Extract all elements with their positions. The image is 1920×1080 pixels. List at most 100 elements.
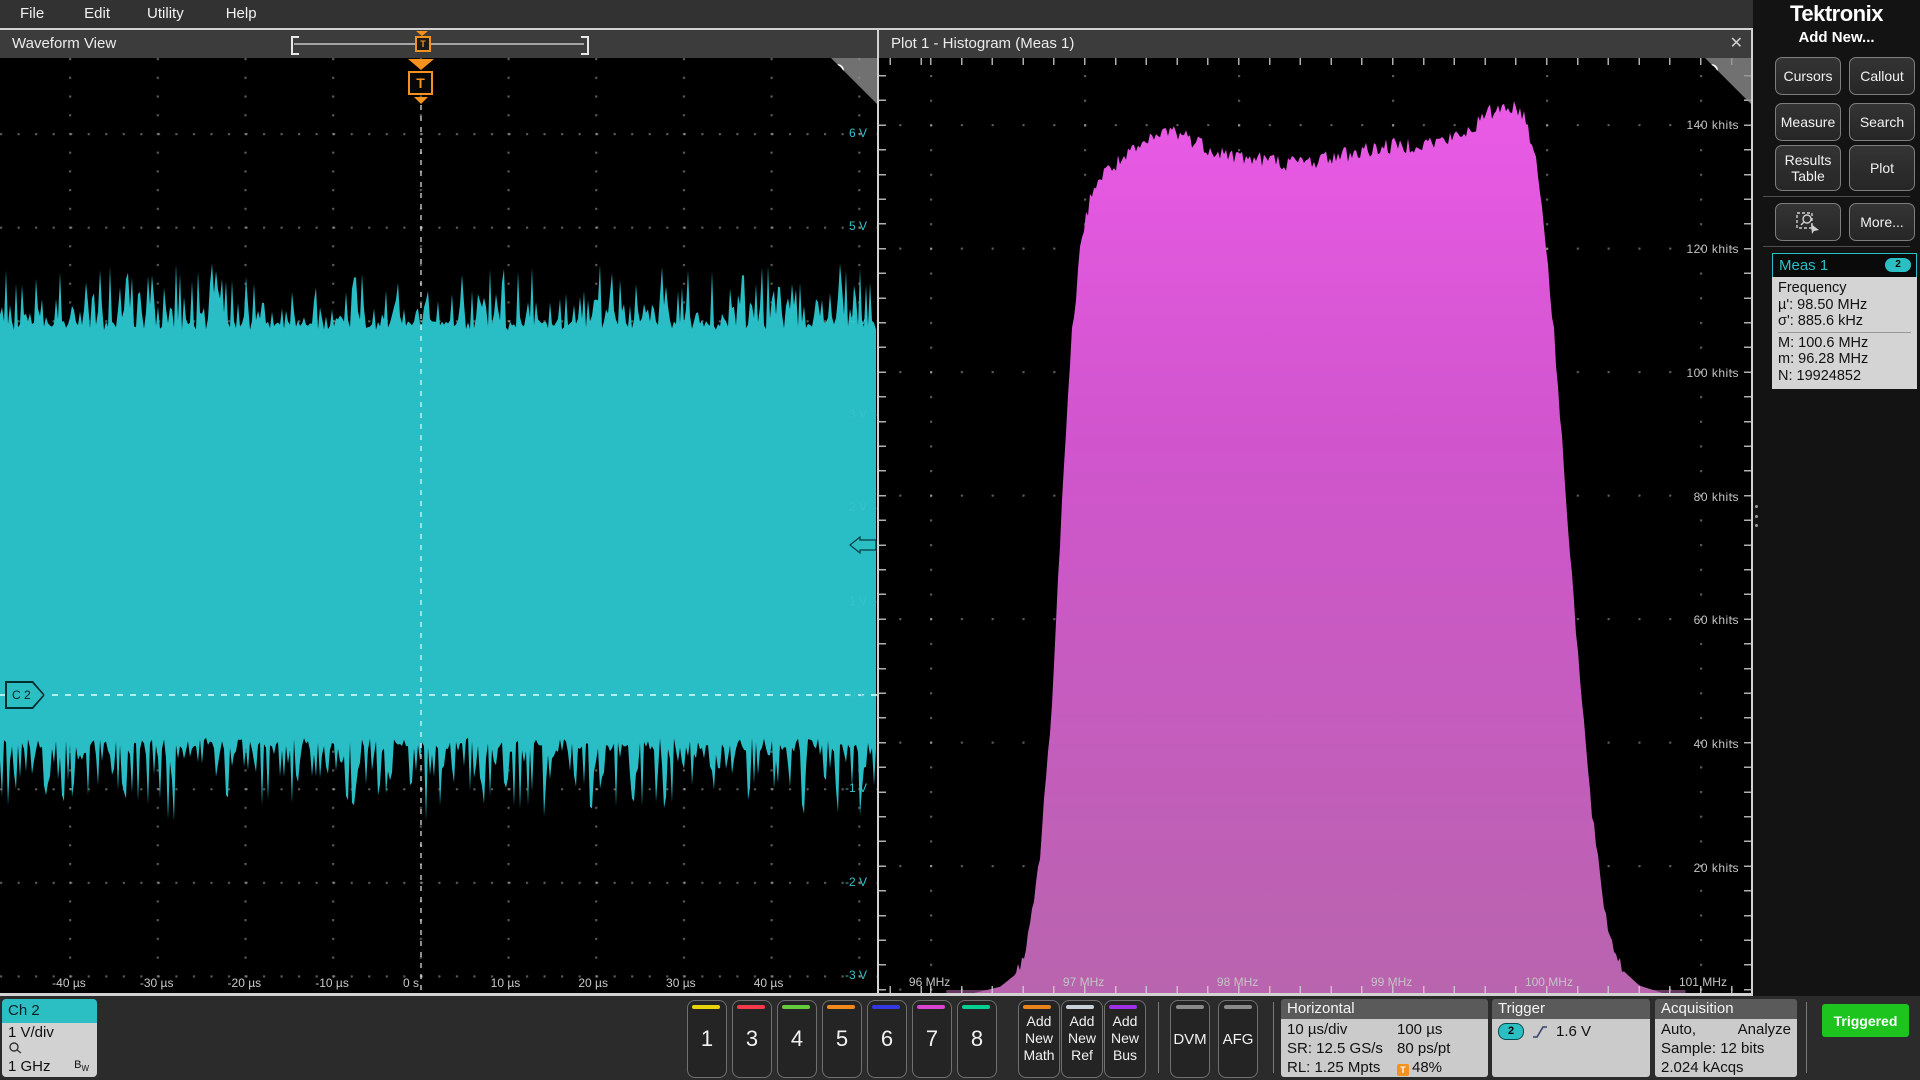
meas1-title: Meas 1 — [1779, 254, 1828, 277]
channel3-label: 3 — [733, 1001, 771, 1077]
hist-ticks-bottom — [879, 986, 1751, 993]
ref-color-stripe — [1066, 1005, 1094, 1009]
add-callout-button[interactable]: Callout — [1849, 57, 1915, 95]
sidebar-splitter-handle[interactable] — [1754, 505, 1758, 527]
bar-divider — [1806, 1002, 1807, 1073]
trigger-level: 1.6 V — [1556, 1023, 1591, 1040]
bandwidth-limit-tag: BW — [74, 1059, 89, 1073]
channel7-label: 7 — [913, 1001, 951, 1077]
channel2-details: 1 V/div 1 GHz BW — [2, 1023, 97, 1077]
bar-divider — [1273, 1002, 1274, 1073]
sample-rate: SR: 12.5 GS/s — [1287, 1039, 1397, 1058]
channel2-name: Ch 2 — [2, 999, 97, 1023]
channel2-marker-label: C 2 — [7, 683, 43, 707]
trigger-badge[interactable]: Trigger 2 1.6 V — [1492, 999, 1650, 1077]
afg-button[interactable]: AFG — [1218, 1000, 1258, 1078]
meas1-stats: Frequency µ': 98.50 MHz σ': 885.6 kHz M:… — [1772, 277, 1917, 389]
meas1-max: M: 100.6 MHz — [1778, 335, 1911, 352]
waveform-view-title: Waveform View — [12, 30, 116, 58]
add-new-math-label: Add New Math — [1019, 1013, 1059, 1064]
acquisition-badge[interactable]: Acquisition Auto,Analyze Sample: 12 bits… — [1655, 999, 1797, 1077]
channel-button-7[interactable]: 7 — [912, 1000, 952, 1078]
meas1-header: Meas 1 2 — [1772, 253, 1917, 277]
add-new-bus-label: Add New Bus — [1105, 1013, 1145, 1064]
probe-icon — [8, 1041, 24, 1054]
menu-file[interactable]: File — [20, 0, 44, 28]
menu-edit[interactable]: Edit — [84, 0, 110, 28]
add-new-ref-button[interactable]: Add New Ref — [1061, 1000, 1103, 1078]
acq-mode: Auto, — [1661, 1020, 1696, 1039]
channel-button-4[interactable]: 4 — [777, 1000, 817, 1078]
histogram-plot — [879, 58, 1751, 993]
tektronix-logo: Tektronix — [1753, 1, 1920, 27]
trigger-position-line — [420, 105, 422, 993]
more-button[interactable]: More... — [1849, 203, 1915, 241]
bottom-settings-bar: Ch 2 1 V/div 1 GHz BW 1 3 4 5 — [0, 996, 1920, 1080]
meas1-count: N: 19924852 — [1778, 368, 1911, 385]
afg-label: AFG — [1219, 1001, 1257, 1077]
channel8-label: 8 — [958, 1001, 996, 1077]
hist-ticks-top — [879, 58, 1751, 65]
oscilloscope-app: File Edit Utility Help Waveform View T T… — [0, 0, 1920, 1080]
meas1-mean: µ': 98.50 MHz — [1778, 297, 1911, 314]
trigger-mini-icon: T — [1397, 1064, 1409, 1076]
add-new-heading: Add New... — [1753, 29, 1920, 46]
channel1-label: 1 — [688, 1001, 726, 1077]
trigger-position: T48% — [1397, 1058, 1482, 1077]
trigger-level-arrow-icon[interactable] — [849, 536, 877, 554]
horizontal-badge[interactable]: Horizontal 10 µs/div100 µs SR: 12.5 GS/s… — [1281, 999, 1488, 1077]
add-measure-button[interactable]: Measure — [1775, 103, 1841, 141]
channel-button-5[interactable]: 5 — [822, 1000, 862, 1078]
trigger-flag[interactable]: T — [408, 71, 433, 95]
histogram-header[interactable]: Plot 1 - Histogram (Meas 1) ✕ — [879, 30, 1751, 58]
horizontal-details: 10 µs/div100 µs SR: 12.5 GS/s80 ps/pt RL… — [1281, 1019, 1488, 1077]
add-new-math-button[interactable]: Add New Math — [1018, 1000, 1060, 1078]
math-color-stripe — [1023, 1005, 1051, 1009]
add-search-button[interactable]: Search — [1849, 103, 1915, 141]
zoom-select-icon — [1795, 210, 1821, 234]
channel2-settings-badge[interactable]: Ch 2 1 V/div 1 GHz BW — [2, 999, 97, 1077]
meas1-source-badge[interactable]: 2 — [1885, 258, 1911, 272]
channel-button-8[interactable]: 8 — [957, 1000, 997, 1078]
sidebar-divider — [1763, 246, 1910, 247]
sidebar-divider — [1763, 196, 1910, 197]
menu-help[interactable]: Help — [226, 0, 257, 28]
bar-divider — [1158, 1002, 1159, 1073]
channel2-scale: 1 V/div — [8, 1024, 91, 1041]
add-plot-button[interactable]: Plot — [1849, 145, 1915, 191]
add-new-ref-label: Add New Ref — [1062, 1013, 1102, 1064]
trigger-slider-marker[interactable]: T — [415, 36, 431, 52]
channel4-label: 4 — [778, 1001, 816, 1077]
pan-bracket-right[interactable] — [581, 36, 589, 55]
close-icon[interactable]: ✕ — [1730, 30, 1743, 58]
horizontal-pan-slider[interactable] — [294, 43, 584, 45]
channel-button-3[interactable]: 3 — [732, 1000, 772, 1078]
waveform-trace-ch2 — [0, 58, 877, 993]
add-new-bus-button[interactable]: Add New Bus — [1104, 1000, 1146, 1078]
record-length: RL: 1.25 Mpts — [1287, 1058, 1397, 1077]
acquisition-title: Acquisition — [1655, 999, 1797, 1019]
waveform-grid[interactable]: T C 2 6 V5 V4 V3 V2 V1 V0 V-1 V-2 V-3 V-… — [0, 58, 877, 993]
menu-utility[interactable]: Utility — [147, 0, 184, 28]
meas1-badge[interactable]: Meas 1 2 Frequency µ': 98.50 MHz σ': 885… — [1772, 253, 1917, 389]
histogram-grid[interactable]: 140 khits120 khits100 khits80 khits60 kh… — [879, 58, 1751, 993]
trigger-details: 2 1.6 V — [1492, 1019, 1650, 1077]
pan-bracket-left[interactable] — [291, 36, 299, 55]
sample-interval: 80 ps/pt — [1397, 1039, 1482, 1058]
acquisition-details: Auto,Analyze Sample: 12 bits 2.024 kAcqs — [1655, 1019, 1797, 1077]
zoom-select-button[interactable] — [1775, 203, 1841, 241]
add-cursors-button[interactable]: Cursors — [1775, 57, 1841, 95]
hist-ticks-left — [879, 58, 886, 993]
channel-button-6[interactable]: 6 — [867, 1000, 907, 1078]
add-results-table-button[interactable]: Results Table — [1775, 145, 1841, 191]
channel6-label: 6 — [868, 1001, 906, 1077]
trigger-flag-arrow-icon — [408, 59, 434, 70]
waveform-view-header[interactable]: Waveform View T — [0, 30, 877, 58]
channel-button-1[interactable]: 1 — [687, 1000, 727, 1078]
trigger-source-pill: 2 — [1498, 1023, 1524, 1040]
rising-edge-icon — [1532, 1024, 1548, 1040]
trigger-flag-tail-icon — [414, 97, 428, 104]
dvm-button[interactable]: DVM — [1170, 1000, 1210, 1078]
acq-sample: Sample: 12 bits — [1661, 1039, 1764, 1058]
horizontal-window: 100 µs — [1397, 1020, 1482, 1039]
